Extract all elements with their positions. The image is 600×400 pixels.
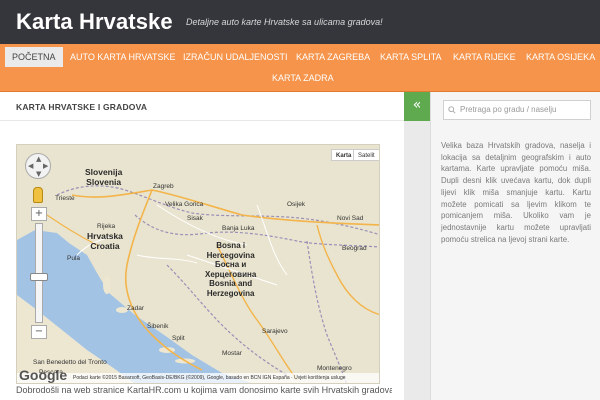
- main-nav: Početna Auto karta Hrvatske Izračun udal…: [0, 44, 600, 92]
- map-city-zadar: Zadar: [127, 305, 144, 312]
- map-type-satelit-button[interactable]: Satelit: [353, 149, 379, 161]
- map-city-rijeka: Rijeka: [97, 223, 116, 230]
- map-city-sibenik: Šibenik: [147, 323, 169, 330]
- highway-a3: [71, 189, 379, 226]
- pan-up-icon[interactable]: ▲: [36, 156, 41, 163]
- search-icon: [448, 106, 456, 114]
- map-attribution[interactable]: Podaci karte ©2015 Basarsoft, GeoBasis-D…: [17, 373, 379, 383]
- search-placeholder: Pretraga po gradu / naselju: [460, 105, 557, 114]
- map-city-sarajevo: Sarajevo: [262, 328, 288, 335]
- map-canvas: [17, 185, 379, 383]
- nav-item-karta-rijeke[interactable]: Karta Rijeke: [446, 47, 523, 67]
- map-city-trieste: Trieste: [55, 195, 75, 202]
- map-city-velika-gorica: Velika Gorica: [165, 201, 204, 208]
- map-city-split: Split: [172, 335, 185, 342]
- zoom-in-button[interactable]: +: [31, 207, 47, 221]
- main-content: Karta Hrvatske i gradova: [0, 92, 404, 400]
- pan-left-icon[interactable]: ◀: [28, 163, 33, 170]
- zoom-slider-thumb[interactable]: [30, 273, 48, 281]
- map-label-croatia: Hrvatska Croatia: [87, 231, 123, 251]
- map-city-osijek: Osijek: [287, 201, 306, 208]
- intro-text: Dobrodošli na web stranice KartaHR.com u…: [16, 385, 392, 395]
- nav-item-auto-karta[interactable]: Auto karta Hrvatske: [63, 47, 183, 67]
- zoom-out-button[interactable]: −: [31, 325, 47, 339]
- highway-serbia: [316, 224, 379, 316]
- nav-item-izracun-udaljenosti[interactable]: Izračun udaljenosti: [176, 47, 295, 67]
- sidebar-info-text: Velika baza Hrvatskih gradova, naselja i…: [441, 141, 591, 244]
- site-description: Detaljne auto karte Hrvatske sa ulicama …: [186, 17, 383, 27]
- page: Karta Hrvatske Detaljne auto karte Hrvat…: [0, 0, 600, 400]
- nav-item-pocetna[interactable]: Početna: [5, 47, 63, 67]
- sidebar-collapse-icon[interactable]: «: [404, 92, 430, 121]
- map-city-novi-sad: Novi Sad: [337, 215, 364, 222]
- map-city-mostar: Mostar: [222, 350, 242, 357]
- sidebar: Pretraga po gradu / naselju Velika baza …: [430, 92, 600, 400]
- nav-item-karta-zadra[interactable]: Karta Zadra: [265, 68, 341, 88]
- street-view-pegman-icon[interactable]: [33, 187, 43, 203]
- site-header: Karta Hrvatske Detaljne auto karte Hrvat…: [0, 0, 600, 44]
- map-city-beograd: Beograd: [342, 245, 367, 252]
- map-widget[interactable]: Karta Satelit Slovenija Slovenia Hrvatska…: [16, 144, 380, 384]
- map-city-montenegro: Montenegro: [317, 365, 352, 372]
- pan-right-icon[interactable]: ▶: [43, 163, 48, 170]
- map-city-pula: Pula: [67, 255, 81, 262]
- page-title: Karta Hrvatske i gradova: [16, 102, 148, 112]
- island-krk: [103, 276, 111, 294]
- map-city-zagreb: Zagreb: [153, 183, 174, 190]
- map-label-slovenia: Slovenija Slovenia: [85, 167, 123, 187]
- map-label-bosnia: Bosna i Hercegovina Босна и Херцеговина Bosn…: [205, 241, 257, 298]
- map-city-banja-luka: Banja Luka: [222, 225, 255, 232]
- google-logo[interactable]: Google: [19, 368, 67, 382]
- nav-item-karta-splita[interactable]: Karta Splita: [373, 47, 449, 67]
- border-serbia: [306, 240, 347, 383]
- nav-item-karta-osijeka[interactable]: Karta Osijeka: [519, 47, 600, 67]
- map-city-san-benedetto: San Benedetto del Tronto: [33, 359, 107, 366]
- nav-item-karta-zagreba[interactable]: Karta Zagreba: [289, 47, 377, 67]
- main-title-bar: Karta Hrvatske i gradova: [0, 92, 404, 121]
- map-pan-control[interactable]: ▲ ▼ ◀ ▶: [25, 153, 51, 179]
- map-city-sisak: Sisak: [187, 215, 203, 222]
- pan-down-icon[interactable]: ▼: [36, 171, 41, 178]
- search-input[interactable]: Pretraga po gradu / naselju: [443, 100, 591, 120]
- site-title-link[interactable]: Karta Hrvatske: [16, 9, 173, 35]
